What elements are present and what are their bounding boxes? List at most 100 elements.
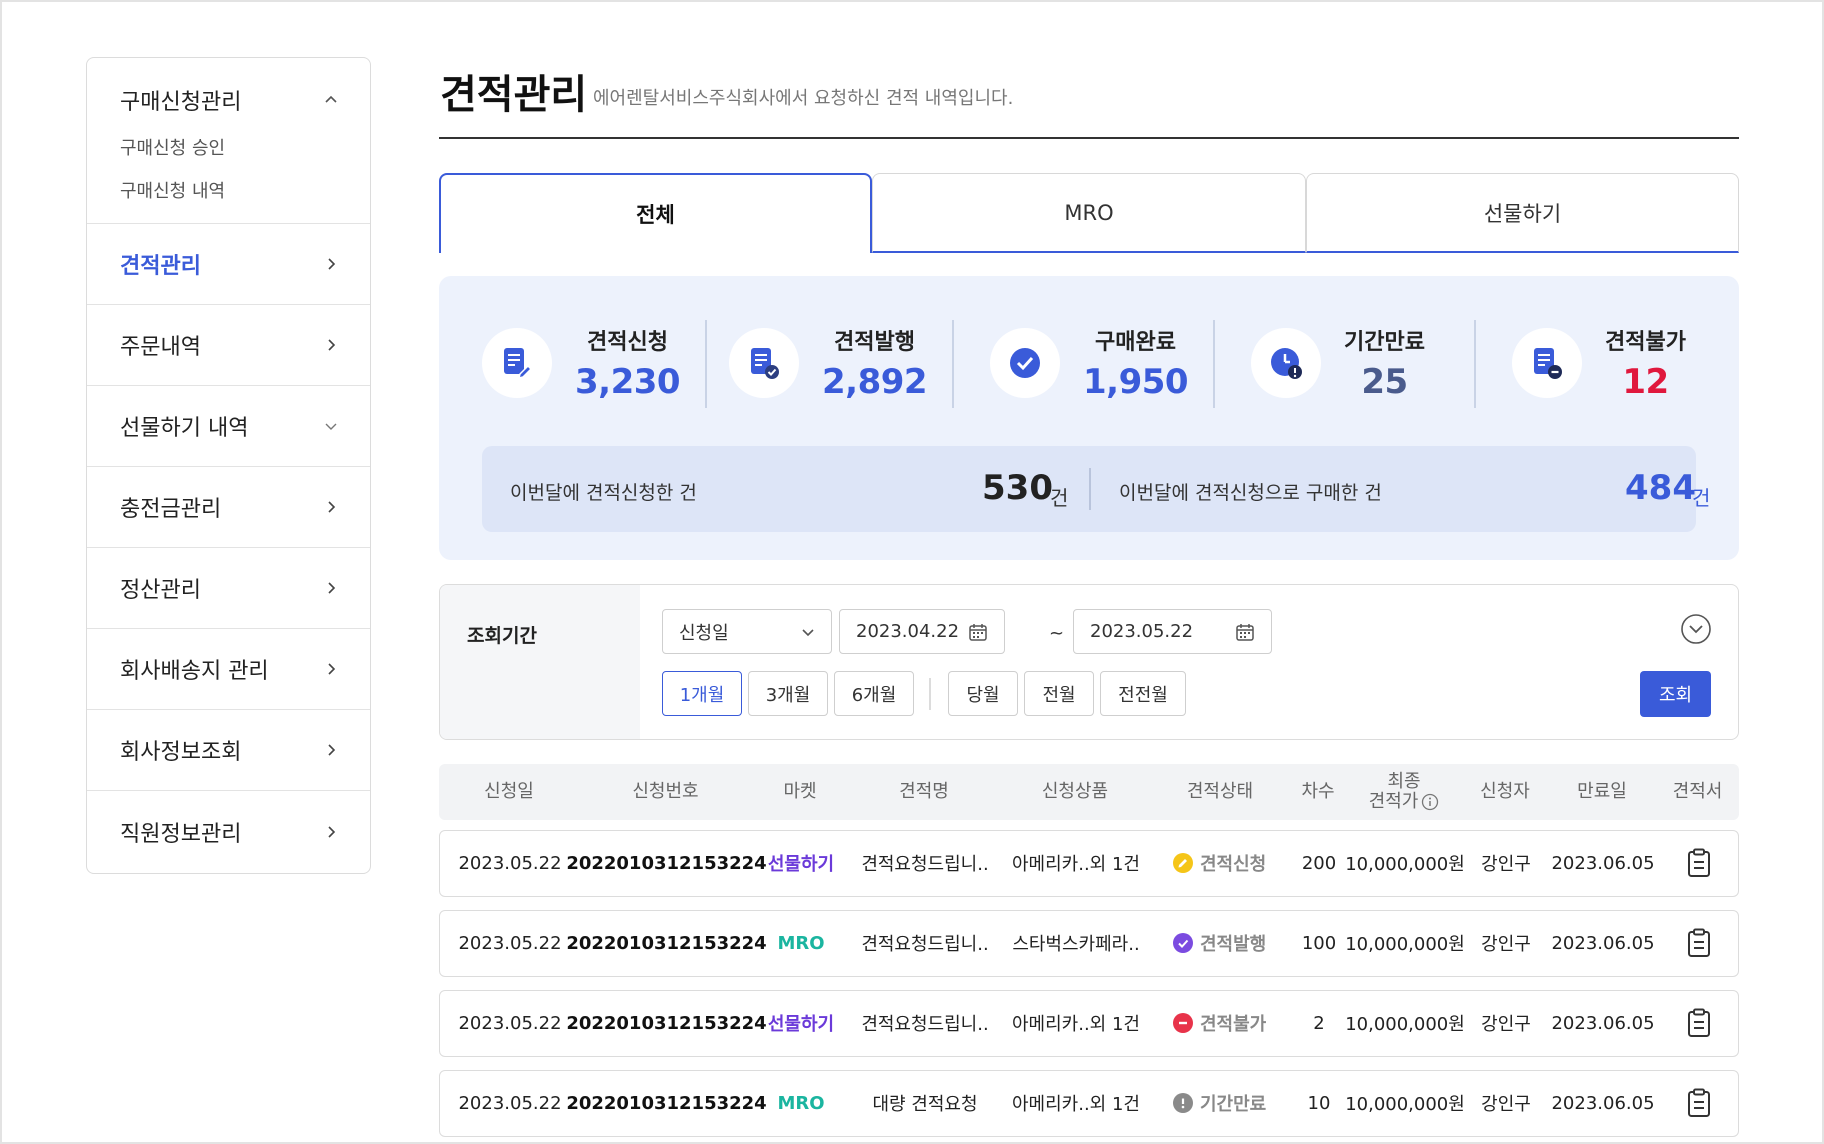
info-icon[interactable]	[1421, 793, 1439, 811]
chevron-up-icon	[325, 95, 337, 103]
cell-name[interactable]: 대량 견적요청	[849, 1071, 1001, 1135]
cell-expire: 2023.06.05	[1551, 1012, 1655, 1034]
sidebar-item-2[interactable]: 선물하기 내역	[87, 386, 370, 467]
cell-product: 스타벅스카페라..	[1012, 934, 1140, 955]
th-requester[interactable]: 신청자	[1462, 764, 1548, 820]
sidebar-group-header[interactable]: 구매신청관리	[120, 84, 338, 116]
sidebar-group-title: 구매신청관리	[120, 90, 242, 115]
cell-requester: 강인구	[1481, 1094, 1531, 1115]
calendar-icon[interactable]	[968, 622, 988, 642]
period-1month-button[interactable]: 1개월	[662, 671, 742, 716]
stat-1[interactable]: 견적발행 2,892	[729, 318, 928, 408]
chevron-down-icon	[802, 628, 814, 636]
cell-no[interactable]: 2022010312153224	[566, 991, 766, 1055]
cell-date: 2023.05.22	[458, 852, 562, 874]
chevron-right-icon	[328, 501, 336, 513]
month-requested-value: 530	[982, 468, 1053, 508]
table-row[interactable]: 2023.05.22 2022010312153224 MRO 견적요청드립니.. 스타…	[439, 910, 1739, 977]
clipboard-icon	[1687, 1008, 1710, 1037]
th-status[interactable]: 견적상태	[1150, 764, 1290, 820]
tab-mro[interactable]: MRO	[872, 173, 1306, 253]
cell-no[interactable]: 2022010312153224	[566, 1071, 766, 1135]
th-request-no[interactable]: 신청번호	[579, 764, 752, 820]
cell-market: 선물하기	[767, 1014, 835, 1035]
cell-no[interactable]: 2022010312153224	[566, 831, 766, 895]
sidebar-item-3[interactable]: 충전금관리	[87, 467, 370, 548]
cell-requester: 강인구	[1481, 1014, 1531, 1035]
stat-value: 2,892	[822, 362, 928, 402]
quote-doc-button[interactable]	[1657, 1071, 1740, 1135]
table-row[interactable]: 2023.05.22 2022010312153224 선물하기 견적요청드립니.. 아…	[439, 990, 1739, 1057]
sidebar-item-7[interactable]: 직원정보관리	[87, 791, 370, 872]
sidebar-sub-purchase-approval[interactable]: 구매신청 승인	[120, 134, 338, 160]
end-date-input[interactable]: 2023.05.22	[1073, 609, 1272, 654]
search-button[interactable]: 조회	[1640, 671, 1711, 717]
cell-status: 견적발행	[1173, 911, 1291, 975]
start-date-input[interactable]: 2023.04.22	[839, 609, 1005, 654]
sidebar-sub-purchase-history[interactable]: 구매신청 내역	[120, 177, 338, 203]
sidebar: 구매신청관리 구매신청 승인 구매신청 내역 견적관리 주문내역 선물하기 내역 충전…	[86, 57, 371, 874]
cell-name[interactable]: 견적요청드립니..	[849, 831, 1001, 895]
th-date[interactable]: 신청일	[439, 764, 579, 820]
sidebar-item-label: 회사정보조회	[120, 740, 242, 765]
status-issued-icon	[1173, 933, 1193, 953]
this-month-button[interactable]: 당월	[948, 671, 1018, 716]
filter-label-cell: 조회기간	[440, 585, 640, 739]
sidebar-item-4[interactable]: 정산관리	[87, 548, 370, 629]
tab-all[interactable]: 전체	[439, 173, 872, 253]
month-summary-divider	[1089, 468, 1091, 510]
chevron-right-icon	[328, 825, 336, 838]
page-title: 견적관리	[440, 72, 588, 118]
sidebar-item-1[interactable]: 주문내역	[87, 305, 370, 386]
sidebar-item-0[interactable]: 견적관리	[87, 224, 370, 305]
th-final-price[interactable]: 최종 견적가	[1346, 764, 1462, 820]
th-quote-name[interactable]: 견적명	[848, 764, 1000, 820]
cell-price: 10,000,000원	[1345, 934, 1465, 955]
cell-status: 견적신청	[1173, 831, 1291, 895]
sidebar-item-label: 직원정보관리	[120, 821, 242, 847]
period-6month-button[interactable]: 6개월	[834, 671, 914, 716]
period-3month-button[interactable]: 3개월	[748, 671, 828, 716]
th-final-price-line1: 최종	[1387, 771, 1421, 792]
cell-price: 10,000,000원	[1345, 854, 1465, 875]
month-purchased-value: 484	[1625, 468, 1696, 508]
end-date-value: 2023.05.22	[1090, 621, 1194, 642]
cell-name[interactable]: 견적요청드립니..	[849, 991, 1001, 1055]
sidebar-item-6[interactable]: 회사정보조회	[87, 710, 370, 791]
chevron-right-icon	[328, 582, 336, 594]
quote-doc-button[interactable]	[1657, 831, 1740, 895]
th-product[interactable]: 신청상품	[1000, 764, 1150, 820]
quote-doc-button[interactable]	[1657, 911, 1740, 975]
cell-price: 10,000,000원	[1345, 1094, 1465, 1115]
calendar-icon[interactable]	[1235, 622, 1255, 642]
last-month-button[interactable]: 전월	[1024, 671, 1094, 716]
th-market[interactable]: 마켓	[752, 764, 848, 820]
status-label: 기간만료	[1200, 1094, 1267, 1115]
tab-gift[interactable]: 선물하기	[1306, 173, 1739, 253]
expand-circle-icon[interactable]	[1680, 613, 1712, 645]
quote-doc-button[interactable]	[1657, 991, 1740, 1055]
th-expire[interactable]: 만료일	[1548, 764, 1656, 820]
month-summary: 이번달에 견적신청한 건 530 건 이번달에 견적신청으로 구매한 건 484…	[482, 446, 1710, 532]
sidebar-item-label: 회사배송지 관리	[120, 659, 269, 684]
stat-text: 기간만료 25	[1344, 324, 1425, 402]
cell-name[interactable]: 견적요청드립니..	[849, 911, 1001, 975]
stat-2[interactable]: 구매완료 1,950	[990, 318, 1189, 408]
table-row[interactable]: 2023.05.22 2022010312153224 MRO 대량 견적요청 아메리카…	[439, 1070, 1739, 1137]
start-date-value: 2023.04.22	[856, 621, 960, 642]
stat-3[interactable]: 기간만료 25	[1251, 318, 1425, 408]
chevron-right-icon	[328, 663, 336, 675]
stat-text: 견적신청 3,230	[575, 324, 681, 402]
th-quote-doc[interactable]: 견적서	[1656, 764, 1739, 820]
stat-0[interactable]: 견적신청 3,230	[482, 318, 681, 408]
stat-4[interactable]: 견적불가 12	[1512, 318, 1686, 408]
status-label: 견적발행	[1200, 934, 1267, 955]
table-row[interactable]: 2023.05.22 2022010312153224 선물하기 견적요청드립니.. 아…	[439, 830, 1739, 897]
th-round[interactable]: 차수	[1290, 764, 1346, 820]
cell-round: 10	[1307, 1092, 1331, 1114]
sidebar-item-5[interactable]: 회사배송지 관리	[87, 629, 370, 710]
date-type-select[interactable]: 신청일	[662, 609, 832, 654]
two-months-ago-button[interactable]: 전전월	[1100, 671, 1186, 716]
cell-no[interactable]: 2022010312153224	[566, 911, 766, 975]
stat-divider	[705, 320, 707, 408]
